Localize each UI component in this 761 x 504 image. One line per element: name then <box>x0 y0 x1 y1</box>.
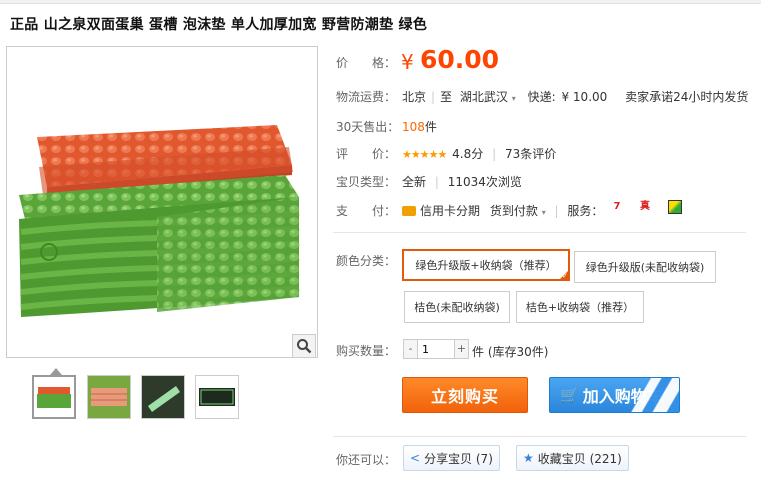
express-price: ¥ 10.00 <box>561 90 608 104</box>
sales-row: 108件 <box>402 118 437 135</box>
item-views: 11034次浏览 <box>447 175 522 189</box>
divider <box>333 232 746 233</box>
main-product-image[interactable] <box>6 46 318 358</box>
credit-card-icon <box>402 206 416 216</box>
share-text: 分享宝贝 (7) <box>424 451 493 466</box>
stock-text: 件 (库存30件) <box>472 345 549 359</box>
payment-label: 支 付： <box>336 204 397 218</box>
rating-row: ★★★★★ 4.8分 | 73条评价 <box>402 145 556 162</box>
pay-cod[interactable]: 货到付款 <box>490 204 538 218</box>
share-button[interactable]: < 分享宝贝 (7) <box>403 445 500 471</box>
sales-count: 108 <box>402 120 425 134</box>
rating-stars: ★★★★★ <box>402 148 447 161</box>
decrease-button[interactable]: - <box>404 340 418 358</box>
option-text: 绿色升级版(未配收纳袋) <box>585 261 705 274</box>
shipping-row: 北京 | 至 湖北武汉 ▾ 快递: ¥ 10.00 卖家承诺24小时内发货 <box>402 88 748 105</box>
color-label: 颜色分类： <box>336 254 397 268</box>
thumb-image <box>37 387 71 408</box>
ship-to: 湖北武汉 <box>459 90 508 104</box>
divider <box>333 436 746 437</box>
option-text: 桔色(未配收纳袋) <box>414 301 500 314</box>
divider: | <box>554 204 559 218</box>
services-label: 服务： <box>567 204 604 218</box>
option-text: 绿色升级版+收纳袋（推荐） <box>415 259 557 272</box>
share-label: 你还可以： <box>336 453 397 467</box>
ship-to-select[interactable]: 湖北武汉 ▾ <box>460 90 516 104</box>
divider: | <box>492 147 497 161</box>
ship-promise: 卖家承诺24小时内发货 <box>625 90 749 104</box>
thumb-image <box>196 376 238 418</box>
item-condition: 全新 <box>402 175 427 189</box>
cart-icon: 🛒 <box>560 386 579 404</box>
magnifier-icon <box>297 339 312 354</box>
color-option-green-bag[interactable]: 绿色升级版+收纳袋（推荐） ✓ <box>402 249 570 281</box>
favorite-text: 收藏宝贝 (221) <box>537 451 622 466</box>
share-icon: < <box>410 451 421 465</box>
chevron-down-icon: ▾ <box>541 208 546 217</box>
quantity-label: 购买数量： <box>336 344 397 358</box>
type-row: 全新 | 11034次浏览 <box>402 173 522 190</box>
favorite-button[interactable]: ★ 收藏宝贝 (221) <box>516 445 629 471</box>
rating-score: 4.8分 <box>452 147 484 161</box>
thumbnail-3[interactable] <box>141 375 185 419</box>
chevron-down-icon: ▾ <box>511 94 516 103</box>
sales-label: 30天售出： <box>336 120 400 134</box>
thumb-indicator <box>50 368 62 375</box>
option-text: 桔色+收纳袋（推荐） <box>525 301 635 314</box>
divider: | <box>431 90 436 104</box>
payment-row: 信用卡分期 货到付款 ▾ | 服务： <box>402 202 603 219</box>
thumbnail-2[interactable] <box>87 375 131 419</box>
ship-from: 北京 <box>402 90 427 104</box>
quantity-input[interactable] <box>418 340 454 358</box>
rating-reviews-link[interactable]: 73条评价 <box>505 147 556 161</box>
button-glare <box>629 378 679 412</box>
increase-button[interactable]: + <box>454 340 468 358</box>
product-title: 正品 山之泉双面蛋巢 蛋槽 泡沫垫 单人加厚加宽 野营防潮垫 绿色 <box>10 17 428 33</box>
color-option-green-nobag[interactable]: 绿色升级版(未配收纳袋) <box>574 251 716 283</box>
thumb-image <box>142 376 184 418</box>
sales-unit: 件 <box>424 120 437 134</box>
thumb-image <box>88 376 130 418</box>
genuine-guarantee-icon[interactable]: 真 <box>638 200 652 214</box>
seven-day-return-icon[interactable]: 7 <box>610 200 624 214</box>
type-label: 宝贝类型： <box>336 175 397 189</box>
price-currency: ¥ <box>401 50 414 74</box>
buy-now-button[interactable]: 立刻购买 <box>402 377 528 413</box>
thumbnail-4[interactable] <box>195 375 239 419</box>
rating-label: 评 价： <box>336 147 397 161</box>
shipping-label: 物流运费： <box>336 90 397 104</box>
add-to-cart-button[interactable]: 🛒 加入购物车 <box>549 377 680 413</box>
ship-to-prefix: 至 <box>440 90 453 104</box>
color-option-orange-bag[interactable]: 桔色+收纳袋（推荐） <box>516 291 644 323</box>
zoom-button[interactable] <box>292 334 316 358</box>
express-label: 快递: <box>527 90 556 104</box>
price-value: 60.00 <box>420 45 500 74</box>
check-icon: ✓ <box>562 272 568 280</box>
foam-pad-illustration <box>19 125 300 317</box>
thumbnail-1[interactable] <box>32 375 76 419</box>
divider: | <box>434 175 439 189</box>
top-strip <box>0 0 761 4</box>
star-icon: ★ <box>523 451 534 465</box>
color-option-orange-nobag[interactable]: 桔色(未配收纳袋) <box>404 291 510 323</box>
quantity-stepper: - + <box>403 339 469 359</box>
protection-icon[interactable] <box>668 200 682 214</box>
pay-credit[interactable]: 信用卡分期 <box>420 204 480 218</box>
price-label: 价 格： <box>336 56 397 70</box>
